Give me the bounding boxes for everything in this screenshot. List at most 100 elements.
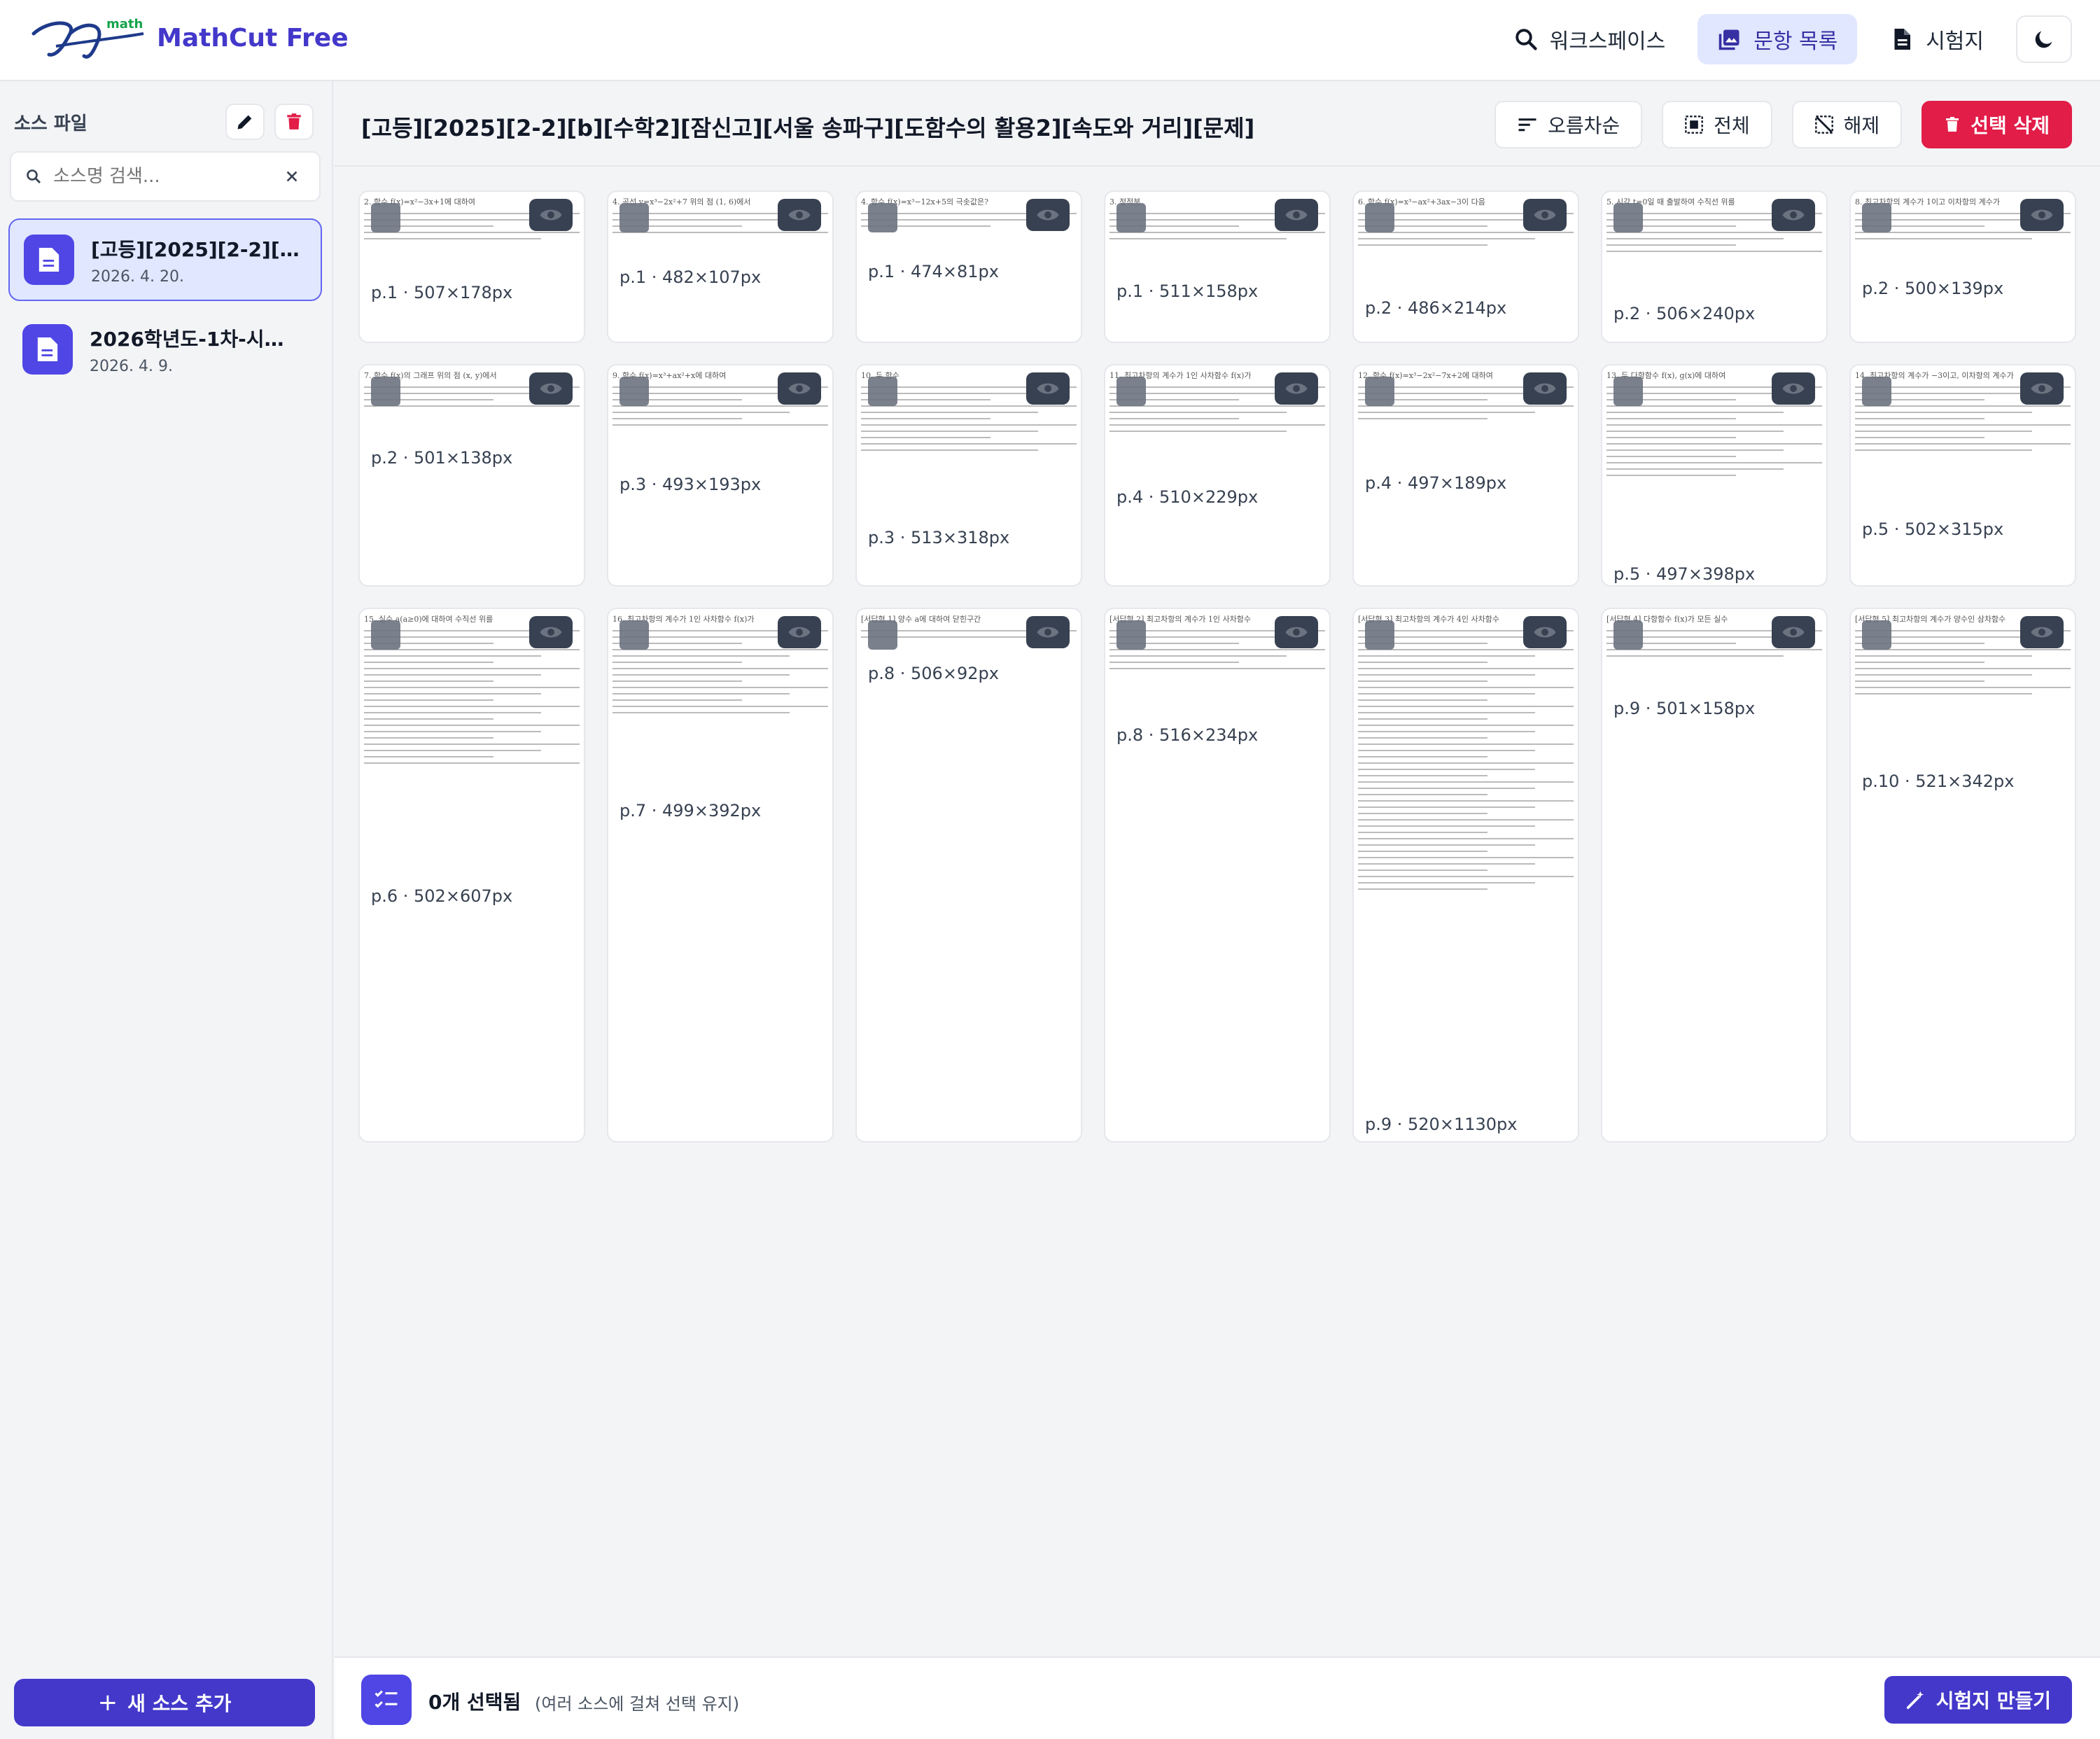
delete-selected-button[interactable]: 선택 삭제 [1921, 101, 2072, 148]
preview-button[interactable] [529, 199, 573, 231]
select-checkbox[interactable] [1862, 620, 1891, 650]
logo-text: math [106, 17, 143, 32]
problem-card[interactable]: 6. 함수 f(x)=x³−ax²+3ax−3이 다음 p.2 · 486×214… [1352, 190, 1579, 343]
add-source-button[interactable]: + 새 소스 추가 [14, 1679, 315, 1726]
select-checkbox[interactable] [1614, 203, 1643, 232]
thumbnail-text-line [1606, 475, 1736, 476]
thumbnail-text-line [1855, 443, 2071, 445]
nav-workspace[interactable]: 워크스페이스 [1494, 14, 1686, 64]
problem-card[interactable]: 12. 함수 f(x)=x³−2x²−7x+2에 대하여 p.4 · 497×18… [1352, 364, 1579, 587]
preview-button[interactable] [1026, 372, 1070, 405]
thumbnail-text-line [364, 706, 580, 707]
problem-card[interactable]: 11. 최고차항의 계수가 1인 사차함수 f(x)가 p.4 · 510×229… [1104, 364, 1331, 587]
problem-card[interactable]: [서답형 4] 다항함수 f(x)가 모든 실수 p.9 · 501×158px [1601, 608, 1828, 1143]
problem-card[interactable]: 9. 함수 f(x)=x³+ax²+x에 대하여 p.3 · 493×193px [607, 364, 834, 587]
preview-button[interactable] [1523, 616, 1567, 648]
problem-card[interactable]: [서답형 1] 양수 a에 대하여 닫힌구간 p.8 · 506×92px [855, 608, 1082, 1143]
thumbnail-text-line [1606, 468, 1784, 470]
problem-card[interactable]: 5. 시각 t=0일 때 출발하여 수직선 위를 p.2 · 506×240px [1601, 190, 1828, 343]
plus-icon: + [97, 1689, 118, 1717]
thumbnail-text-line [1606, 655, 1784, 657]
select-checkbox[interactable] [620, 620, 649, 650]
select-checkbox[interactable] [620, 203, 649, 232]
preview-button[interactable] [2020, 616, 2064, 648]
problem-card[interactable]: 4. 함수 f(x)=x³−12x+5의 극솟값은? p.1 · 474×81px [855, 190, 1082, 343]
select-checkbox[interactable] [1365, 620, 1394, 650]
preview-button[interactable] [1026, 616, 1070, 648]
source-item[interactable]: [고등][2025][2-2][b][수학2][잠신고][서울 송파구][도함수… [8, 218, 322, 301]
problem-card[interactable]: 7. 함수 f(x)의 그래프 위의 점 (x, y)에서 p.2 · 501×1… [358, 364, 585, 587]
thumbnail-text-line [1606, 238, 1784, 239]
eye-icon [1534, 209, 1556, 221]
select-checkbox[interactable] [371, 203, 400, 232]
preview-button[interactable] [2020, 372, 2064, 405]
problem-card[interactable]: 4. 곡선 y=x³−2x²+7 위의 점 (1, 6)에서 p.1 · 482×… [607, 190, 834, 343]
preview-button[interactable] [1523, 199, 1567, 231]
problem-meta: p.1 · 482×107px [620, 267, 762, 287]
thumbnail-text-line [861, 443, 1077, 445]
preview-button[interactable] [529, 372, 573, 405]
thumbnail-text-line [364, 718, 493, 720]
select-checkbox[interactable] [1116, 620, 1146, 650]
preview-button[interactable] [1523, 372, 1567, 405]
problem-meta: p.1 · 474×81px [868, 262, 999, 281]
preview-button[interactable] [2020, 199, 2064, 231]
problem-card[interactable]: 10. 두 함수 p.3 · 513×318px [855, 364, 1082, 587]
thumbnail-text-line [1855, 680, 1984, 682]
sort-button[interactable]: 오름차순 [1494, 101, 1643, 148]
select-checkbox[interactable] [1365, 377, 1394, 406]
problem-card[interactable]: [서답형 5] 최고차항의 계수가 양수인 삼차함수 p.10 · 521×342… [1849, 608, 2076, 1143]
thumbnail-text-line [1358, 238, 1535, 239]
select-checkbox[interactable] [1365, 203, 1394, 232]
select-all-button[interactable]: 전체 [1662, 101, 1772, 148]
thumbnail-text-line [1358, 870, 1488, 871]
select-checkbox[interactable] [620, 377, 649, 406]
problem-card[interactable]: [서답형 2] 최고차항의 계수가 1인 사차함수 p.8 · 516×234px [1104, 608, 1331, 1143]
thumbnail-text-line [364, 655, 541, 657]
select-checkbox[interactable] [868, 203, 897, 232]
problem-card[interactable]: 2. 함수 f(x)=x²−3x+1에 대하여 p.1 · 507×178px [358, 190, 585, 343]
problem-card[interactable]: 15. 실수 a(a≥0)에 대하여 수직선 위를 p.6 · 502×607px [358, 608, 585, 1143]
select-checkbox[interactable] [371, 377, 400, 406]
problem-card[interactable]: 3. 정적분 p.1 · 511×158px [1104, 190, 1331, 343]
problem-card[interactable]: 14. 최고차항의 계수가 −3이고, 이차항의 계수가 p.5 · 502×31… [1849, 364, 2076, 587]
preview-button[interactable] [778, 616, 821, 648]
deselect-button[interactable]: 해제 [1791, 101, 1903, 148]
select-checkbox[interactable] [1614, 620, 1643, 650]
thumbnail-text-line [364, 668, 580, 669]
select-checkbox[interactable] [868, 377, 897, 406]
preview-button[interactable] [529, 616, 573, 648]
select-checkbox[interactable] [868, 620, 897, 650]
delete-source-button[interactable] [274, 104, 314, 140]
source-search-input[interactable] [53, 166, 284, 187]
preview-button[interactable] [1275, 616, 1318, 648]
select-checkbox[interactable] [1116, 203, 1146, 232]
preview-button[interactable] [1275, 199, 1318, 231]
thumbnail-text-line [1358, 819, 1574, 820]
select-checkbox[interactable] [1116, 377, 1146, 406]
preview-button[interactable] [1772, 372, 1815, 405]
problem-card[interactable]: 16. 최고차항의 계수가 1인 사차함수 f(x)가 p.7 · 499×392… [607, 608, 834, 1143]
nav-problems[interactable]: 문항 목록 [1698, 14, 1858, 64]
select-checkbox[interactable] [371, 620, 400, 650]
preview-button[interactable] [1026, 199, 1070, 231]
problem-meta: p.7 · 499×392px [620, 801, 762, 820]
preview-button[interactable] [1772, 616, 1815, 648]
preview-button[interactable] [778, 199, 821, 231]
problem-card[interactable]: 8. 최고차항의 계수가 1이고 이차항의 계수가 p.2 · 500×139px [1849, 190, 2076, 343]
preview-button[interactable] [1772, 199, 1815, 231]
preview-button[interactable] [778, 372, 821, 405]
theme-toggle-button[interactable] [2016, 15, 2072, 63]
source-item[interactable]: 2026학년도-1차-시험-수학 2026. 4. 9. [8, 308, 322, 391]
close-icon[interactable] [284, 169, 300, 184]
preview-button[interactable] [1275, 372, 1318, 405]
edit-source-button[interactable] [225, 104, 265, 140]
select-checkbox[interactable] [1614, 377, 1643, 406]
problem-card[interactable]: [서답형 3] 최고차항의 계수가 4인 사차함수 p.9 · 520×1130p… [1352, 608, 1579, 1143]
select-checkbox[interactable] [1862, 377, 1891, 406]
make-exam-button[interactable]: 시험지 만들기 [1884, 1676, 2072, 1724]
moon-icon [2035, 31, 2052, 48]
select-checkbox[interactable] [1862, 203, 1891, 232]
nav-exam[interactable]: 시험지 [1870, 14, 2003, 64]
problem-card[interactable]: 13. 두 다항함수 f(x), g(x)에 대하여 p.5 · 497×398p… [1601, 364, 1828, 587]
